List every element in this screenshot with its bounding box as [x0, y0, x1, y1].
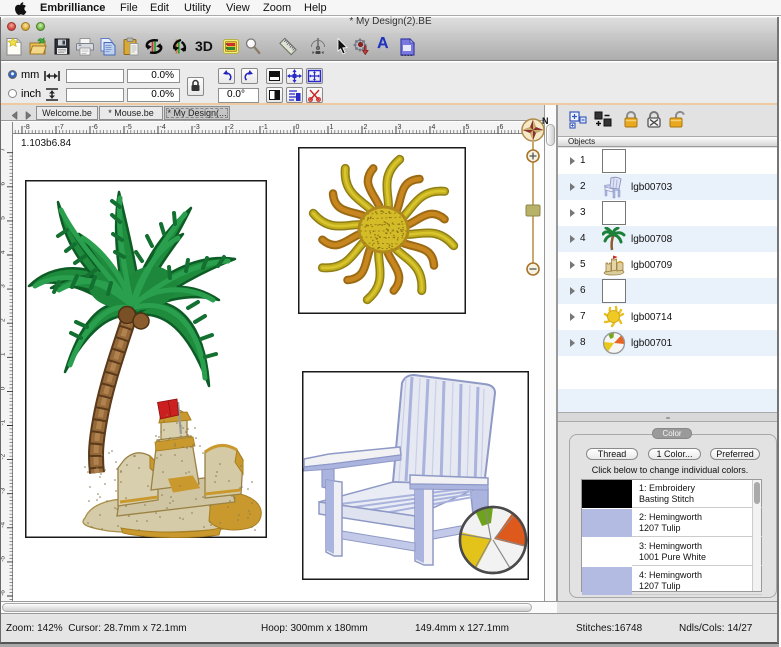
svg-text:-3: -3 — [194, 124, 200, 131]
svg-text:-4: -4 — [160, 124, 166, 131]
svg-text:N: N — [542, 116, 549, 126]
svg-text:6: 6 — [500, 124, 504, 131]
svg-text:1: 1 — [330, 124, 334, 131]
svg-text:2: 2 — [364, 124, 368, 131]
svg-text:-1: -1 — [262, 124, 268, 131]
svg-text:0: 0 — [296, 124, 300, 131]
svg-text:4: 4 — [432, 124, 436, 131]
svg-text:-5: -5 — [126, 124, 132, 131]
svg-text:-6: -6 — [92, 124, 98, 131]
svg-text:-2: -2 — [228, 124, 234, 131]
svg-text:-7: -7 — [58, 124, 64, 131]
svg-text:5: 5 — [466, 124, 470, 131]
svg-text:-8: -8 — [24, 124, 30, 131]
svg-text:3: 3 — [398, 124, 402, 131]
